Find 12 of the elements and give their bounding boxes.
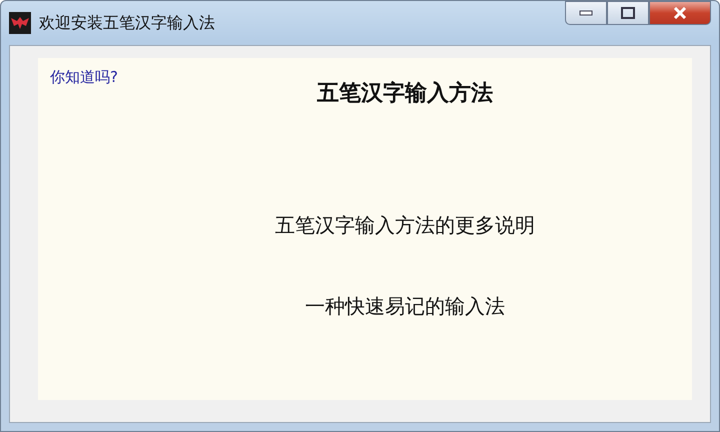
- heading: 五笔汉字输入方法: [317, 80, 493, 108]
- maximize-icon: [621, 7, 635, 19]
- minimize-icon: [579, 10, 593, 16]
- description-text: 一种快速易记的输入法: [305, 293, 505, 320]
- hint-link[interactable]: 你知道吗?: [50, 68, 118, 87]
- bird-icon: [9, 12, 31, 34]
- minimize-button[interactable]: [565, 1, 607, 25]
- window-title: 欢迎安装五笔汉字输入法: [39, 12, 216, 34]
- close-icon: [673, 7, 687, 19]
- maximize-button[interactable]: [607, 1, 649, 25]
- close-button[interactable]: [649, 1, 711, 25]
- description-text: 五笔汉字输入方法的更多说明: [275, 212, 535, 239]
